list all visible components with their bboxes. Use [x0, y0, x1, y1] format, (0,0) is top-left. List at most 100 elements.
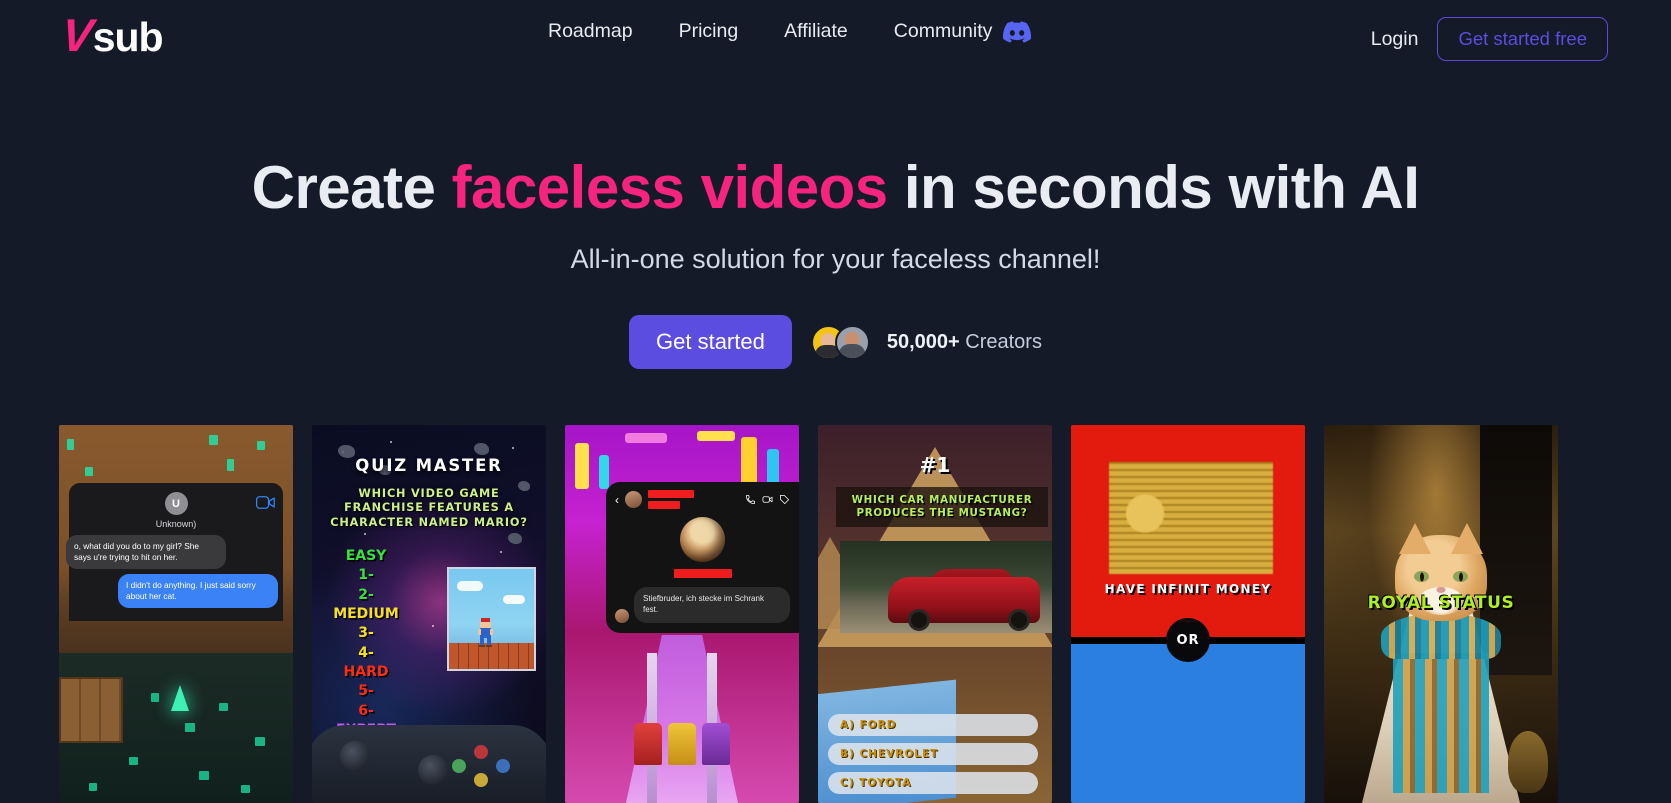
get-started-free-button[interactable]: Get started free	[1437, 17, 1608, 61]
question-number: #1	[919, 453, 951, 477]
avatar-body	[838, 343, 866, 358]
nav-link-pricing[interactable]: Pricing	[679, 20, 739, 43]
video-camera-icon[interactable]	[256, 496, 275, 509]
car-wheel-front	[908, 609, 930, 631]
contact-name: Unknown)	[155, 519, 197, 529]
imessage-thread: o, what did you do to my girl? She says …	[66, 529, 283, 621]
answer-options: A) FORD B) CHEVROLET C) TOYOTA	[828, 714, 1038, 801]
difficulty-medium-row-2: 4-	[358, 644, 374, 661]
dm-contact-thumbnail	[625, 491, 642, 508]
dm-header: ‹	[615, 490, 790, 509]
video-card-minecraft-imessage[interactable]: U Unknown) o, what did you do to my girl…	[59, 425, 293, 803]
creator-avatars	[810, 324, 870, 360]
car-wheel-rear	[1008, 609, 1030, 631]
mario-sprite	[478, 618, 493, 647]
minecraft-wood-block	[59, 677, 123, 743]
difficulty-hard-row-1: 5-	[358, 683, 374, 700]
headline-part-2: in seconds with AI	[887, 154, 1420, 221]
minecraft-crystal	[171, 685, 189, 711]
or-badge: OR	[1166, 618, 1210, 662]
nav-actions: Login Get started free	[1371, 17, 1608, 61]
dm-message-avatar	[615, 608, 629, 623]
train-cars	[634, 713, 730, 765]
nav-links: Roadmap Pricing Affiliate Community	[548, 20, 1032, 43]
login-link[interactable]: Login	[1371, 28, 1419, 51]
dm-profile-photo	[680, 517, 725, 562]
creator-count-label: Creators	[959, 330, 1042, 353]
difficulty-easy-row-1: 1-	[358, 567, 374, 584]
nav-link-affiliate[interactable]: Affiliate	[784, 20, 848, 43]
blue-panel	[1071, 644, 1305, 803]
temple-vase	[1508, 731, 1548, 793]
redacted-handle-bar	[648, 501, 680, 509]
video-icon	[762, 496, 773, 503]
quiz-question: WHICH VIDEO GAME FRANCHISE FEATURES A CH…	[330, 487, 528, 529]
video-card-quiz-master[interactable]: QUIZ MASTER WHICH VIDEO GAME FRANCHISE F…	[312, 425, 546, 803]
mario-inset-image	[447, 567, 536, 671]
cat-ear-left	[1399, 523, 1431, 554]
answer-option-a[interactable]: A) FORD	[828, 714, 1038, 736]
royal-cat-figure	[1353, 523, 1529, 803]
tag-icon	[779, 494, 790, 505]
headline-highlight: faceless videos	[451, 154, 889, 221]
dm-message-row: Stiefbruder, ich stecke im Schrank fest.	[615, 587, 790, 623]
creator-count-number: 50,000+	[886, 330, 960, 353]
headline-part-1: Create	[251, 154, 452, 221]
contact-avatar: U	[164, 492, 188, 515]
dm-message-text: Stiefbruder, ich stecke im Schrank fest.	[634, 587, 790, 623]
message-bubble-outgoing: I didn't do anything. I just said sorry …	[118, 573, 278, 608]
gold-coins-image	[1109, 462, 1273, 574]
get-started-button[interactable]: Get started	[629, 315, 792, 369]
nav-link-roadmap[interactable]: Roadmap	[548, 20, 633, 43]
avatar	[834, 324, 870, 360]
logo-v-mark: V	[59, 9, 95, 61]
nav-link-community-label[interactable]: Community	[894, 20, 993, 43]
chevron-left-icon[interactable]: ‹	[615, 494, 619, 506]
cat-sash	[1393, 653, 1489, 793]
difficulty-hard-row-2: 6-	[358, 702, 374, 719]
cat-pupil-right	[1458, 572, 1463, 581]
quiz-title: QUIZ MASTER	[355, 456, 503, 475]
cat-pupil-left	[1419, 572, 1424, 581]
message-bubble-incoming: o, what did you do to my girl? She says …	[66, 535, 226, 569]
nav-link-community[interactable]: Community	[894, 20, 1032, 43]
cat-eye-left	[1414, 571, 1429, 582]
cat-eye-right	[1453, 571, 1468, 582]
dm-header-icons	[745, 494, 790, 505]
cat-ear-right	[1451, 523, 1483, 554]
phone-icon	[745, 494, 756, 505]
answer-option-c[interactable]: C) TOYOTA	[828, 772, 1038, 794]
difficulty-medium: MEDIUM	[333, 605, 399, 622]
page-root: V sub Roadmap Pricing Affiliate Communit…	[0, 0, 1671, 803]
imessage-overlay: U Unknown) o, what did you do to my girl…	[66, 483, 283, 621]
logo-wordmark: sub	[92, 14, 164, 60]
redacted-profile-name	[673, 569, 732, 578]
quiz-question: WHICH CAR MANUFACTURER PRODUCES THE MUST…	[851, 494, 1033, 520]
difficulty-medium-row-1: 3-	[358, 625, 374, 642]
hero-cta-row: Get started 50,000+ Creators	[0, 315, 1671, 369]
navbar: V sub Roadmap Pricing Affiliate Communit…	[0, 0, 1671, 75]
imessage-header: U Unknown)	[69, 492, 283, 529]
brand-logo[interactable]: V sub	[59, 9, 164, 61]
page-title: Create faceless videos in seconds with A…	[0, 155, 1671, 221]
gamepad-graphic	[312, 725, 546, 803]
instagram-dm-overlay: ‹ Stiefbruder, ich stecke im Schrank fes…	[606, 482, 799, 633]
difficulty-easy-row-2: 2-	[358, 586, 374, 603]
creator-count: 50,000+ Creators	[887, 331, 1042, 354]
mustang-photo	[840, 541, 1052, 633]
caption-text: ROYAL STATUS	[1367, 593, 1515, 613]
question-box: WHICH CAR MANUFACTURER PRODUCES THE MUST…	[836, 487, 1048, 528]
difficulty-hard: HARD	[343, 663, 389, 680]
answer-option-b[interactable]: B) CHEVROLET	[828, 743, 1038, 765]
discord-icon	[1003, 20, 1032, 43]
video-card-royal-cat[interactable]: ROYAL STATUS	[1324, 425, 1558, 803]
hero-section: Create faceless videos in seconds with A…	[0, 155, 1671, 369]
option-text-top: HAVE INFINIT MONEY	[1104, 582, 1272, 596]
difficulty-easy: EASY	[345, 548, 387, 564]
redacted-name-bar	[648, 490, 694, 498]
video-card-would-you-rather[interactable]: HAVE INFINIT MONEY OR	[1071, 425, 1305, 803]
video-card-subway-dm[interactable]: ‹ Stiefbruder, ich stecke im Schrank fes…	[565, 425, 799, 803]
hero-subtitle: All-in-one solution for your faceless ch…	[570, 244, 1101, 274]
video-showcase: U Unknown) o, what did you do to my girl…	[59, 425, 1558, 803]
video-card-mustang-quiz[interactable]: #1 WHICH CAR MANUFACTURER PRODUCES THE M…	[818, 425, 1052, 803]
